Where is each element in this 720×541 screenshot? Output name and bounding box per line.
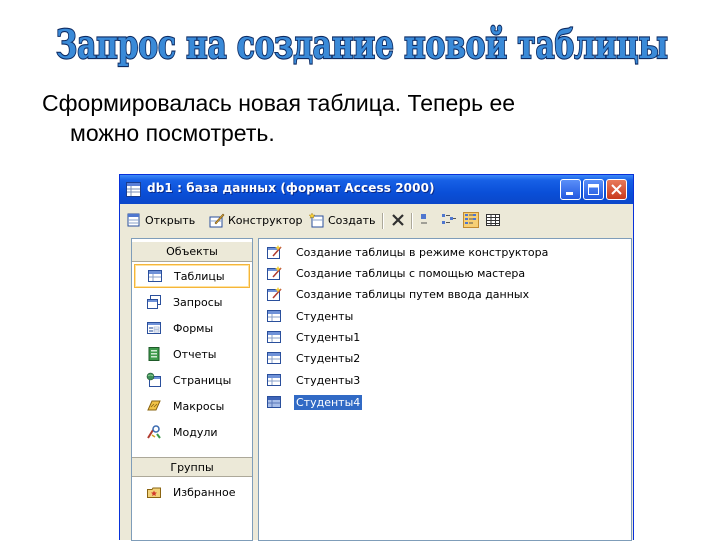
list-item-label: Студенты1 [296,330,361,344]
slide-title: Запрос на создание новой таблицы [55,21,669,69]
objects-item-tables[interactable]: Таблицы [134,264,250,288]
slide-text-line-2: можно посмотреть. [70,120,275,146]
groups-item-label: Избранное [173,485,236,499]
list-item-label: Создание таблицы с помощью мастера [296,266,526,280]
tables-list: Создание таблицы в режиме конструктора С… [258,238,632,541]
objects-panel: Объекты Таблицы Запросы Формы Отчеты Стр… [131,238,253,541]
list-item[interactable]: Создание таблицы с помощью мастера [266,263,527,283]
database-window: db1 : база данных (формат Access 2000) О… [119,174,634,541]
slide-title-text: Запрос на создание новой таблицы [56,22,668,68]
objects-item-label: Страницы [173,373,232,387]
list-view-button[interactable] [463,212,479,228]
design-label: Конструктор [228,213,303,227]
objects-item-pages[interactable]: Страницы [134,368,250,392]
objects-item-label: Макросы [173,399,225,413]
list-item[interactable]: Студенты2 [266,348,362,368]
toolbar-separator [411,213,413,229]
list-view-icon [465,214,476,224]
close-icon [611,184,622,195]
form-icon [147,322,161,334]
objects-item-queries[interactable]: Запросы [134,290,250,314]
table-icon [267,396,281,408]
open-button[interactable]: Открыть [126,210,195,230]
list-item[interactable]: Создание таблицы в режиме конструктора [266,242,550,262]
module-icon [147,425,161,439]
toolbar-separator [382,213,384,229]
objects-item-label: Модули [173,425,218,439]
report-icon [148,347,160,361]
list-item-selected[interactable]: Студенты4 [266,392,363,412]
objects-item-label: Формы [173,321,214,335]
database-app-icon [126,182,141,197]
small-icons-icon[interactable] [441,212,457,228]
close-button[interactable] [606,179,627,200]
list-item[interactable]: Студенты1 [266,327,362,347]
wizard-icon [267,287,282,301]
delete-icon[interactable] [390,212,406,228]
design-button[interactable]: Конструктор [209,210,302,230]
create-icon [309,212,324,228]
create-label: Создать [328,213,376,227]
window-title: db1 : база данных (формат Access 2000) [147,181,435,195]
objects-item-label: Таблицы [174,269,225,283]
list-item-label: Студенты [296,309,354,323]
objects-item-label: Отчеты [173,347,217,361]
objects-item-reports[interactable]: Отчеты [134,342,250,366]
maximize-icon [588,184,599,195]
list-item[interactable]: Студенты3 [266,370,362,390]
list-item-label: Студенты4 [294,394,363,410]
objects-item-label: Запросы [173,295,223,309]
minimize-icon [566,192,573,195]
window-titlebar[interactable]: db1 : база данных (формат Access 2000) [120,175,633,204]
minimize-button[interactable] [560,179,581,200]
list-item-label: Студенты3 [296,373,361,387]
query-icon [147,295,161,309]
groups-item-favorites[interactable]: Избранное [134,480,250,504]
favorites-icon [147,487,161,498]
open-icon [127,213,140,227]
database-toolbar: Открыть Конструктор Создать [120,205,633,235]
macro-icon [147,400,161,411]
list-item-label: Студенты2 [296,351,361,365]
wizard-icon [267,266,282,280]
create-button[interactable]: Создать [309,210,376,230]
design-icon [209,213,225,228]
objects-header[interactable]: Объекты [132,242,252,262]
list-item-label: Создание таблицы в режиме конструктора [296,245,549,259]
slide-text-line-1: Сформировалась новая таблица. Теперь ее [42,90,516,116]
table-icon [267,352,281,364]
large-icons-icon[interactable] [419,212,435,228]
list-item[interactable]: Создание таблицы путем ввода данных [266,284,531,304]
table-icon [267,310,281,322]
open-label: Открыть [145,213,196,227]
objects-item-forms[interactable]: Формы [134,316,250,340]
objects-item-modules[interactable]: Модули [134,420,250,444]
maximize-button[interactable] [583,179,604,200]
page-icon [146,372,161,387]
list-item[interactable]: Студенты [266,306,355,326]
slide-body-text: Сформировалась новая таблица. Теперь ее … [42,88,682,148]
table-icon [267,374,281,386]
groups-header[interactable]: Группы [132,457,252,477]
table-icon [148,270,162,282]
list-item-label: Создание таблицы путем ввода данных [296,287,530,301]
table-icon [267,331,281,343]
objects-item-macros[interactable]: Макросы [134,394,250,418]
wizard-icon [267,245,282,259]
details-view-icon[interactable] [485,212,501,228]
